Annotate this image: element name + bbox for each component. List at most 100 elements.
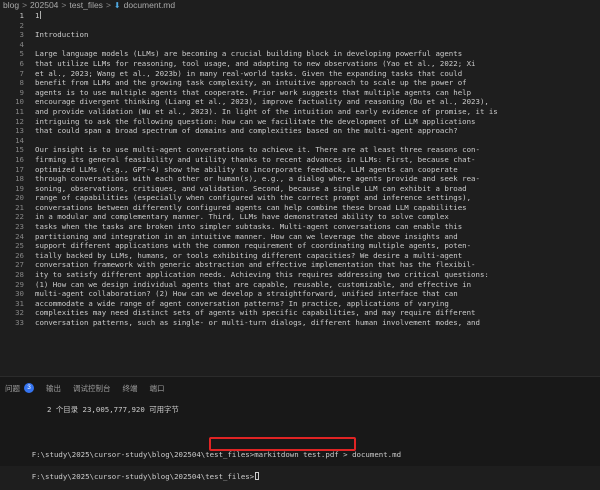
line-text: et al., 2023; Wang et al., 2023b) in man…: [35, 68, 463, 78]
editor-line[interactable]: 2: [0, 21, 600, 31]
line-number: 26: [15, 250, 24, 260]
line-text: multi-agent collaboration? (2) How can w…: [35, 289, 458, 299]
tab-label: 问题: [5, 383, 20, 393]
line-number: 15: [15, 145, 24, 155]
terminal-cursor: [255, 472, 260, 480]
editor-line[interactable]: 17 optimized LLMs (e.g., GPT-4) show the …: [0, 165, 600, 175]
editor-line[interactable]: 4: [0, 40, 600, 50]
editor-line[interactable]: 26 tially backed by LLMs, humans, or tool…: [0, 251, 600, 261]
line-text: Introduction: [35, 30, 89, 40]
editor-line[interactable]: 25 support different applications with th…: [0, 241, 600, 251]
code-editor[interactable]: 1 1 2 3 Introduction 4 5 Large language models …: [0, 11, 600, 376]
line-number: 25: [15, 241, 24, 251]
line-text: complexities may need distinct sets of a…: [35, 308, 476, 318]
editor-line[interactable]: 11: [0, 11, 600, 21]
line-number: 22: [15, 212, 24, 222]
line-text: optimized LLMs (e.g., GPT-4) show the ab…: [35, 164, 458, 174]
editor-line[interactable]: 31 accommodate a wide range of agent conv…: [0, 299, 600, 309]
line-number: 12: [15, 116, 24, 126]
editor-line[interactable]: 23 tasks when the tasks are broken into s…: [0, 222, 600, 232]
line-number: 3: [19, 30, 24, 40]
line-text: in a modular and complementary manner. T…: [35, 212, 449, 222]
line-text: Large language models (LLMs) are becomin…: [35, 49, 463, 59]
panel-tabs: 问题 3 输出 调试控制台 终端 端口: [0, 377, 171, 399]
line-number: 13: [15, 126, 24, 136]
editor-line[interactable]: 10 encourage divergent thinking (Liang et…: [0, 97, 600, 107]
breadcrumb: blog > 202504 > test_files > ⬇ document.…: [0, 0, 600, 11]
line-text: soning, observations, critiques, and val…: [35, 183, 467, 193]
line-text: tasks when the tasks are broken into sim…: [35, 222, 463, 232]
line-text: that could span a broad spectrum of doma…: [35, 126, 458, 136]
editor-line[interactable]: 19 soning, observations, critiques, and v…: [0, 184, 600, 194]
editor-line[interactable]: 13 that could span a broad spectrum of do…: [0, 126, 600, 136]
line-text: firming its general feasibility and util…: [35, 154, 476, 164]
line-number: 8: [19, 78, 24, 88]
text-cursor: [40, 11, 42, 19]
editor-line[interactable]: 8 benefit from LLMs and the growing task …: [0, 78, 600, 88]
line-text: and provide validation (Wu et al., 2023)…: [35, 106, 498, 116]
line-number: 11: [15, 106, 24, 116]
tab-label: 输出: [46, 383, 61, 393]
tab-label: 终端: [122, 383, 138, 393]
editor-line[interactable]: 21 conversations between differently conf…: [0, 203, 600, 213]
editor-line[interactable]: 18 through conversations with each other …: [0, 174, 600, 184]
line-text: benefit from LLMs and the growing task c…: [35, 78, 467, 88]
terminal-prompt: F:\study\2025\cursor-study\blog\202504\t…: [31, 472, 255, 481]
line-text: conversation framework with generic abst…: [35, 260, 476, 270]
editor-line[interactable]: 30 multi-agent collaboration? (2) How can…: [0, 289, 600, 299]
line-text: (1) How can we design individual agents …: [35, 279, 472, 289]
line-number: 19: [15, 183, 24, 193]
line-text: that utilize LLMs for reasoning, tool us…: [35, 58, 476, 68]
line-text: accommodate a wide range of agent conver…: [35, 298, 449, 308]
breadcrumb-item-document-md[interactable]: document.md: [124, 0, 176, 11]
editor-line[interactable]: 7 et al., 2023; Wang et al., 2023b) in ma…: [0, 69, 600, 79]
editor-line[interactable]: 24 partitioning and integration in an int…: [0, 232, 600, 242]
editor-line[interactable]: 22 in a modular and complementary manner.…: [0, 212, 600, 222]
tab-output[interactable]: 输出: [46, 383, 61, 394]
breadcrumb-separator: >: [22, 0, 28, 10]
editor-line[interactable]: 5 Large language models (LLMs) are becomi…: [0, 49, 600, 59]
line-text: Our insight is to use multi-agent conver…: [35, 145, 480, 155]
breadcrumb-item-test-files[interactable]: test_files: [69, 0, 103, 11]
breadcrumb-item-blog[interactable]: blog: [3, 0, 19, 11]
line-text: encourage divergent thinking (Liang et a…: [35, 97, 489, 107]
line-text: tially backed by LLMs, humans, or tools …: [35, 250, 463, 260]
editor-line[interactable]: 15 Our insight is to use multi-agent conv…: [0, 145, 600, 155]
line-text: partitioning and integration in an intui…: [35, 231, 458, 241]
line-number: 4: [19, 39, 24, 49]
line-number: 5: [19, 49, 24, 59]
tab-debug-console[interactable]: 调试控制台: [73, 383, 111, 394]
terminal[interactable]: 2 个目录 23,005,777,920 可用字节 F:\study\2025\…: [0, 399, 600, 481]
editor-line[interactable]: 16 firming its general feasibility and ut…: [0, 155, 600, 165]
editor-line[interactable]: 12 intriguing to ask the following questi…: [0, 117, 600, 127]
line-number: 33: [15, 318, 24, 327]
line-text: 1: [35, 11, 42, 20]
line-number: 14: [15, 135, 24, 145]
terminal-line-prompt: F:\study\2025\cursor-study\blog\202504\t…: [5, 463, 260, 490]
line-text: range of capabilities (especially when c…: [35, 193, 472, 203]
editor-line[interactable]: 29 (1) How can we design individual agent…: [0, 280, 600, 290]
editor-line[interactable]: 33 conversation patterns, such as single-…: [0, 318, 600, 328]
editor-line[interactable]: 32 complexities may need distinct sets of…: [0, 308, 600, 318]
line-number: 27: [15, 260, 24, 270]
editor-line[interactable]: 20 range of capabilities (especially when…: [0, 193, 600, 203]
editor-line[interactable]: 14: [0, 136, 600, 146]
line-number: 2: [19, 20, 24, 30]
editor-line[interactable]: 9 agents is to use multiple agents that c…: [0, 88, 600, 98]
line-number: 6: [19, 58, 24, 68]
bottom-panel: 问题 3 输出 调试控制台 终端 端口 2 个目录 23,005,777,920…: [0, 376, 600, 481]
editor-line[interactable]: 11 and provide validation (Wu et al., 202…: [0, 107, 600, 117]
terminal-prompt: F:\study\2025\cursor-study\blog\202504\t…: [31, 450, 255, 459]
editor-line[interactable]: 6 that utilize LLMs for reasoning, tool u…: [0, 59, 600, 69]
breadcrumb-item-202504[interactable]: 202504: [30, 0, 58, 11]
tab-terminal[interactable]: 终端: [123, 383, 138, 394]
line-text: conversations between differently config…: [35, 202, 467, 212]
tab-ports[interactable]: 端口: [150, 383, 165, 394]
editor-line[interactable]: 28 ity to satisfy different application n…: [0, 270, 600, 280]
editor-line[interactable]: 27 conversation framework with generic ab…: [0, 260, 600, 270]
editor-line[interactable]: 3 Introduction: [0, 30, 600, 40]
breadcrumb-separator: >: [105, 0, 111, 10]
line-text: conversation patterns, such as single- o…: [35, 318, 480, 327]
tab-problems[interactable]: 问题 3: [5, 383, 34, 394]
line-number: 23: [15, 222, 24, 232]
